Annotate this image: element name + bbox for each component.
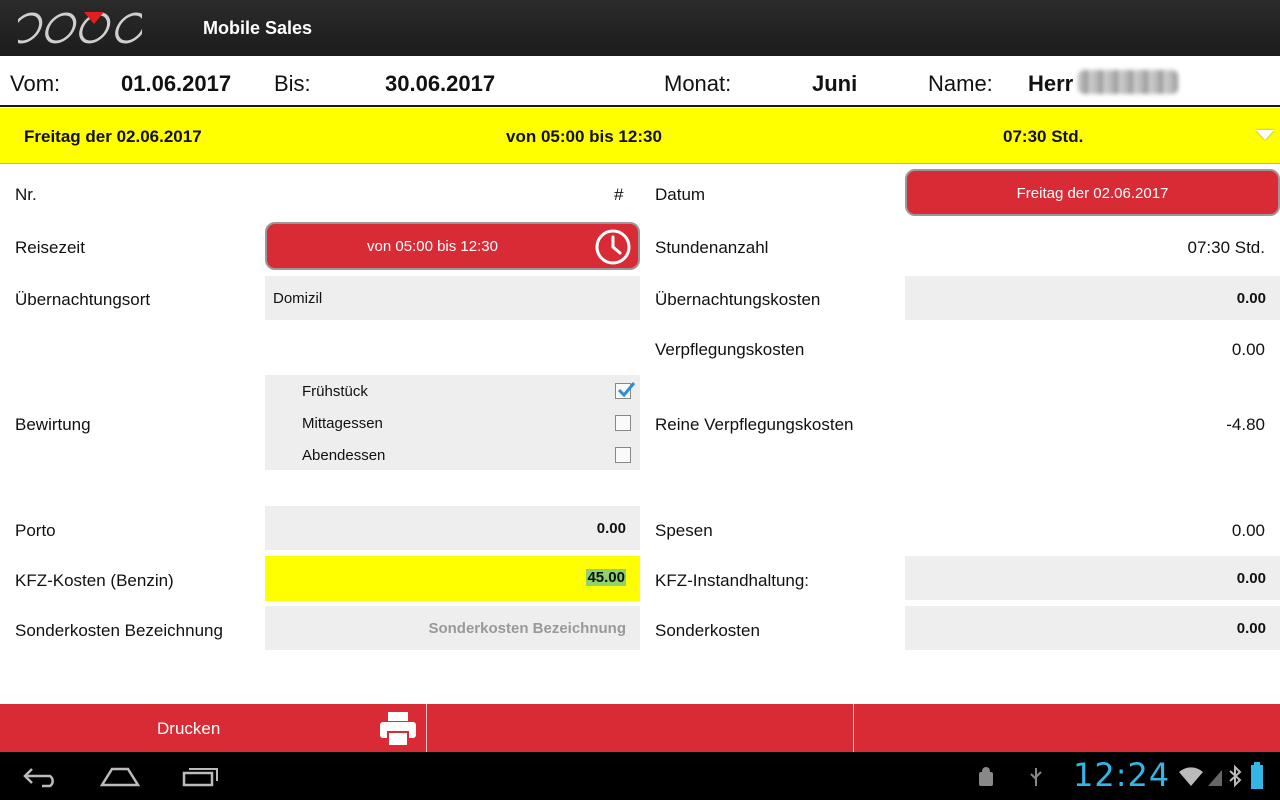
company-logo: [18, 12, 142, 44]
kfz-inst-field[interactable]: 0.00: [905, 556, 1280, 600]
from-label: Vom:: [10, 71, 61, 96]
sonder-value: 0.00: [1236, 620, 1266, 637]
meal-label-fruehstueck: Frühstück: [302, 383, 368, 400]
printer-icon: [380, 712, 416, 747]
from-value: 01.06.2017: [121, 71, 232, 96]
bewirtung-label: Bewirtung: [15, 415, 91, 434]
recent-apps-icon[interactable]: [182, 765, 220, 787]
print-label: Drucken: [157, 719, 221, 738]
summary-hours: 07:30 Std.: [1003, 127, 1084, 146]
porto-field[interactable]: 0.00: [265, 506, 640, 550]
checkmark-icon: [617, 382, 636, 398]
back-icon[interactable]: [22, 766, 60, 788]
android-debug-icon: [979, 767, 993, 786]
checkbox-abendessen[interactable]: [615, 447, 631, 463]
kfz-inst-label: KFZ-Instandhaltung:: [655, 571, 810, 590]
print-button[interactable]: Drucken: [0, 704, 427, 752]
clock-icon[interactable]: [594, 228, 632, 266]
verpfl-label: Verpflegungskosten: [655, 340, 805, 359]
month-value: Juni: [812, 71, 858, 96]
bottom-button-2[interactable]: [427, 704, 854, 752]
reine-value: -4.80: [1226, 415, 1265, 434]
ort-value: Domizil: [273, 290, 323, 307]
nr-value: #: [614, 185, 624, 204]
sonder-bez-placeholder: Sonderkosten Bezeichnung: [428, 620, 626, 637]
meal-label-abendessen: Abendessen: [302, 447, 386, 464]
uekosten-value: 0.00: [1236, 290, 1266, 307]
sonder-label: Sonderkosten: [655, 621, 760, 640]
reisezeit-button[interactable]: von 05:00 bis 12:30: [265, 222, 640, 270]
day-spinner[interactable]: Freitag der 02.06.2017 von 05:00 bis 12:…: [0, 108, 1280, 164]
meal-label-mittagessen: Mittagessen: [302, 415, 383, 432]
ort-field[interactable]: Domizil: [265, 276, 640, 320]
sonder-bez-label: Sonderkosten Bezeichnung: [15, 621, 223, 640]
summary-time: von 05:00 bis 12:30: [506, 127, 662, 146]
reisezeit-label: Reisezeit: [15, 238, 85, 257]
bottom-button-3[interactable]: [854, 704, 1280, 752]
to-label: Bis:: [274, 71, 311, 96]
status-clock: 12:24: [1073, 756, 1171, 794]
checkbox-mittagessen[interactable]: [615, 415, 631, 431]
kfz-value: 45.00: [586, 569, 626, 586]
app-title: Mobile Sales: [203, 18, 313, 38]
month-label: Monat:: [664, 71, 732, 96]
stunden-value: 07:30 Std.: [1187, 238, 1265, 257]
kfz-inst-value: 0.00: [1236, 570, 1266, 587]
battery-icon: [1251, 762, 1263, 789]
sonder-bez-field[interactable]: Sonderkosten Bezeichnung: [265, 606, 640, 650]
nr-label: Nr.: [15, 185, 37, 204]
spesen-value: 0.00: [1231, 521, 1265, 540]
porto-value: 0.00: [596, 520, 626, 537]
uekosten-label: Übernachtungskosten: [655, 290, 821, 309]
kfz-field[interactable]: 45.00: [265, 556, 640, 601]
bluetooth-icon: [1229, 764, 1242, 788]
wifi-icon: [1179, 767, 1203, 786]
porto-label: Porto: [15, 521, 56, 540]
usb-icon: [1030, 768, 1042, 786]
spesen-label: Spesen: [655, 521, 713, 540]
reisezeit-value: von 05:00 bis 12:30: [367, 238, 498, 255]
bottom-button-bar: Drucken: [0, 704, 1280, 752]
summary-day: Freitag der 02.06.2017: [24, 127, 202, 146]
datum-value: Freitag der 02.06.2017: [1016, 185, 1169, 202]
meals-group: Frühstück Mittagessen Abendessen: [265, 375, 640, 470]
to-value: 30.06.2017: [385, 71, 496, 96]
datum-label: Datum: [655, 185, 706, 204]
home-icon[interactable]: [100, 765, 140, 787]
datum-button[interactable]: Freitag der 02.06.2017: [905, 169, 1280, 216]
signal-icon: [1208, 770, 1222, 786]
stunden-label: Stundenanzahl: [655, 238, 769, 257]
action-bar: Mobile Sales: [0, 0, 1280, 56]
verpfl-value: 0.00: [1231, 340, 1265, 359]
uekosten-field[interactable]: 0.00: [905, 276, 1280, 320]
system-nav-bar: 12:24: [0, 752, 1280, 800]
period-header: Vom: 01.06.2017 Bis: 30.06.2017 Monat: J…: [0, 56, 1280, 107]
sonder-field[interactable]: 0.00: [905, 606, 1280, 650]
name-value: Herr: [1028, 71, 1074, 96]
ort-label: Übernachtungsort: [15, 290, 151, 309]
kfz-label: KFZ-Kosten (Benzin): [15, 571, 174, 590]
blurred-name: [1078, 70, 1178, 94]
dropdown-arrow-icon: [1256, 130, 1274, 140]
reine-label: Reine Verpflegungskosten: [655, 415, 854, 434]
name-label: Name:: [928, 71, 993, 96]
